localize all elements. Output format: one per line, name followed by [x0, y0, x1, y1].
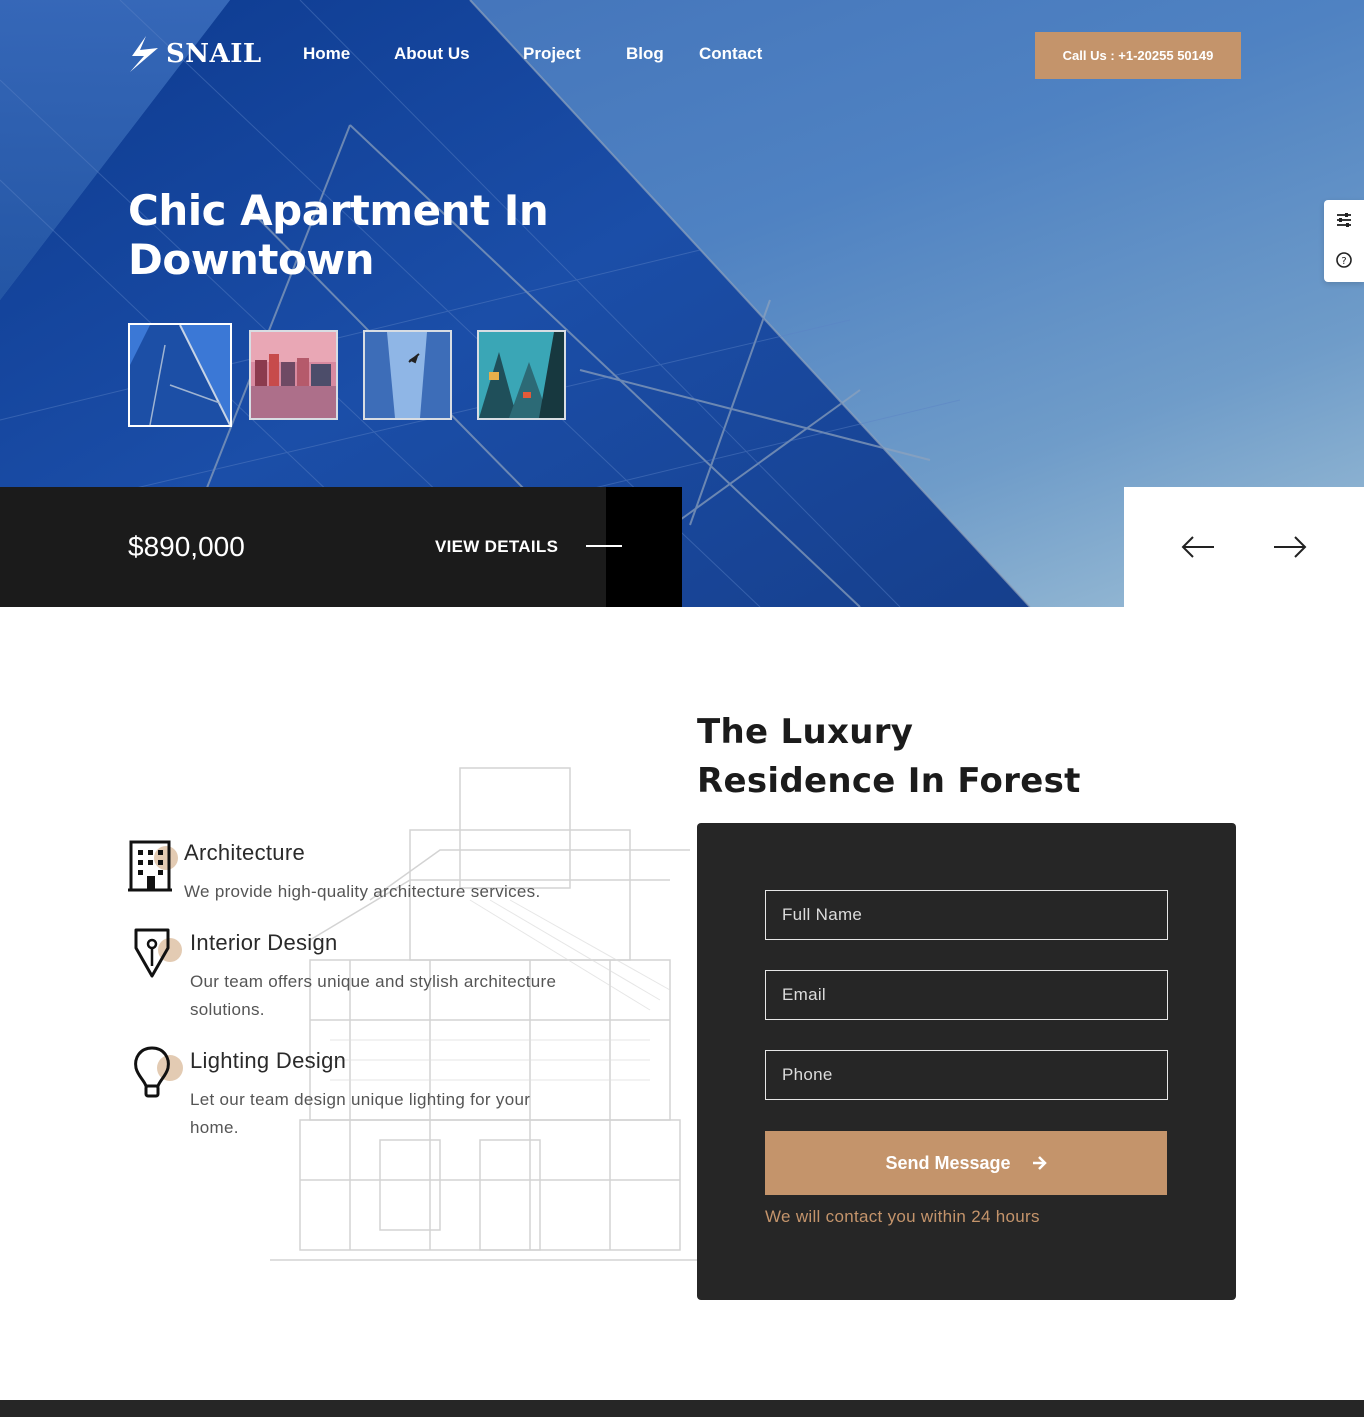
sliders-icon[interactable]	[1334, 210, 1354, 230]
hero-title-line2: Downtown	[128, 235, 375, 284]
feature-title-lighting-design: Lighting Design	[190, 1048, 347, 1073]
svg-text:?: ?	[1341, 256, 1346, 267]
feature-desc-interior-line1: Our team offers unique and stylish archi…	[190, 972, 557, 991]
skyscrapers-plane-image	[365, 332, 450, 418]
feature-desc-architecture-line1: We provide high-quality architecture ser…	[184, 882, 541, 901]
section-title-line1: The Luxury	[697, 712, 914, 752]
nav-about-us[interactable]: About Us	[394, 44, 470, 64]
send-message-label: Send Message	[885, 1152, 1011, 1173]
brand-logo[interactable]: SNAIL	[128, 34, 262, 74]
feature-desc-lighting-design: Let our team design unique lighting for …	[190, 1086, 530, 1142]
nav-project[interactable]: Project	[523, 44, 581, 64]
contact-form: Send Message We will contact you within …	[697, 823, 1236, 1300]
view-details-link[interactable]: VIEW DETAILS	[435, 537, 558, 557]
footer-strip	[0, 1400, 1364, 1417]
building-icon	[128, 840, 178, 892]
nav-blog[interactable]: Blog	[626, 44, 664, 64]
full-name-field[interactable]	[765, 890, 1168, 940]
feature-desc-lighting-line2: home.	[190, 1118, 239, 1137]
help-circle-icon[interactable]: ?	[1334, 250, 1354, 270]
feature-title-architecture: Architecture	[184, 840, 305, 865]
email-field[interactable]	[765, 970, 1168, 1020]
side-tools-panel: ?	[1324, 200, 1364, 282]
thumbnail-skyscrapers-plane[interactable]	[363, 330, 452, 420]
slider-controls	[1124, 487, 1364, 607]
feature-desc-interior-line2: solutions.	[190, 1000, 265, 1019]
feature-desc-interior-design: Our team offers unique and stylish archi…	[190, 968, 556, 1024]
hero-title: Chic Apartment In Downtown	[128, 186, 608, 284]
form-note: We will contact you within 24 hours	[765, 1207, 1040, 1226]
brand-name: SNAIL	[166, 39, 262, 69]
feature-title-interior-design: Interior Design	[190, 930, 338, 955]
hero-title-line1: Chic Apartment In	[128, 186, 549, 235]
thumbnail-waterfront-city[interactable]	[249, 330, 338, 420]
snail-logo-icon	[130, 36, 158, 72]
arrow-left-icon[interactable]	[1180, 534, 1216, 560]
call-us-button[interactable]: Call Us : +1-20255 50149	[1035, 32, 1241, 79]
thumbnail-city-towers[interactable]	[477, 330, 566, 420]
phone-field[interactable]	[765, 1050, 1168, 1100]
waterfront-city-image	[251, 332, 336, 418]
pen-nib-icon	[134, 928, 182, 978]
house-sketch-illustration	[270, 767, 700, 1261]
price-bar-accent	[606, 487, 682, 607]
arrow-right-icon[interactable]	[1272, 534, 1308, 560]
view-details-line	[586, 545, 622, 547]
arrow-right-small-icon	[1032, 1156, 1047, 1170]
feature-desc-lighting-line1: Let our team design unique lighting for …	[190, 1090, 531, 1109]
nav-contact[interactable]: Contact	[699, 44, 762, 64]
light-bulb-icon	[134, 1046, 183, 1098]
city-towers-image	[479, 332, 564, 418]
section-title: The Luxury Residence In Forest	[697, 708, 1157, 806]
send-message-button[interactable]: Send Message	[765, 1131, 1167, 1195]
listing-price: $890,000	[128, 531, 245, 562]
feature-desc-architecture: We provide high-quality architecture ser…	[184, 878, 540, 906]
section-title-line2: Residence In Forest	[697, 761, 1081, 801]
thumbnail-glass-building[interactable]	[128, 323, 232, 427]
glass-building-image	[130, 325, 230, 425]
nav-home[interactable]: Home	[303, 44, 350, 64]
